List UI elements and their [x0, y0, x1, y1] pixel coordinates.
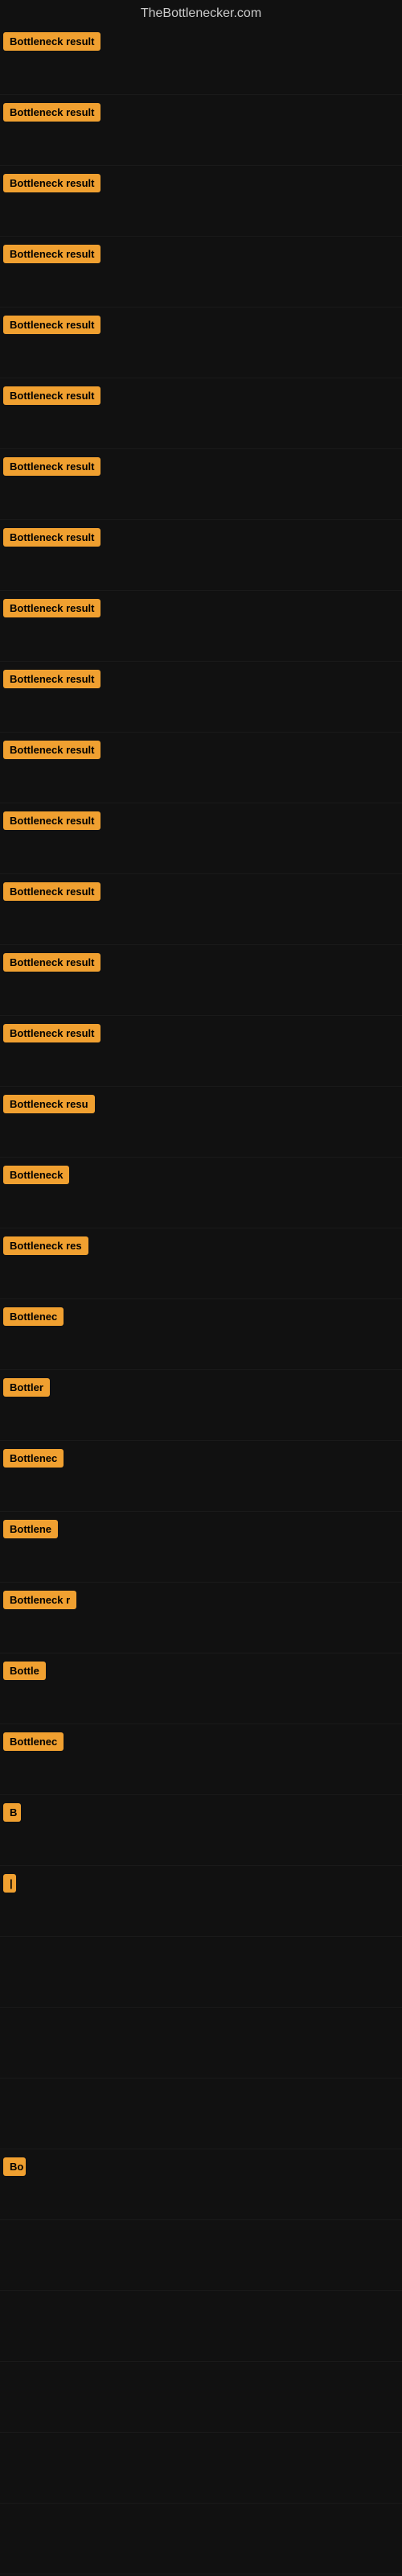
bottleneck-badge[interactable]: Bo [3, 2157, 26, 2176]
bottleneck-row: Bottlenec [0, 1299, 402, 1370]
bottleneck-row: Bottleneck result [0, 520, 402, 591]
bottleneck-row: Bottler [0, 1370, 402, 1441]
bottleneck-badge[interactable]: Bottleneck result [3, 245, 100, 263]
items-container: Bottleneck result Bottleneck result Bottle… [0, 24, 402, 2574]
bottleneck-row: Bottle [0, 1653, 402, 1724]
bottleneck-row [0, 2008, 402, 2079]
bottleneck-badge[interactable]: Bottleneck result [3, 811, 100, 830]
bottleneck-row [0, 2504, 402, 2574]
bottleneck-row [0, 2079, 402, 2149]
bottleneck-badge[interactable]: Bottlenec [3, 1449, 64, 1468]
bottleneck-row: Bottleneck result [0, 308, 402, 378]
bottleneck-badge[interactable]: Bottleneck result [3, 1024, 100, 1042]
bottleneck-badge[interactable]: Bottlenec [3, 1307, 64, 1326]
bottleneck-row [0, 2433, 402, 2504]
bottleneck-row: Bottleneck r [0, 1583, 402, 1653]
bottleneck-badge[interactable]: Bottler [3, 1378, 50, 1397]
bottleneck-badge[interactable]: Bottleneck result [3, 386, 100, 405]
bottleneck-badge[interactable]: Bottle [3, 1662, 46, 1680]
bottleneck-badge[interactable]: Bottleneck result [3, 316, 100, 334]
bottleneck-row: Bottleneck result [0, 874, 402, 945]
bottleneck-row: Bottlenec [0, 1441, 402, 1512]
bottleneck-row: Bottleneck result [0, 378, 402, 449]
bottleneck-badge[interactable]: Bottleneck resu [3, 1095, 95, 1113]
bottleneck-badge[interactable]: B [3, 1803, 21, 1822]
bottleneck-row: B [0, 1795, 402, 1866]
bottleneck-row: Bottleneck result [0, 237, 402, 308]
bottleneck-badge[interactable]: Bottleneck r [3, 1591, 76, 1609]
bottleneck-badge[interactable]: Bottleneck result [3, 457, 100, 476]
bottleneck-row: Bottleneck result [0, 945, 402, 1016]
bottleneck-row: Bottleneck result [0, 1016, 402, 1087]
bottleneck-badge[interactable]: Bottleneck result [3, 882, 100, 901]
bottleneck-badge[interactable]: Bottleneck result [3, 174, 100, 192]
bottleneck-badge[interactable]: Bottleneck [3, 1166, 69, 1184]
bottleneck-row: Bottlenec [0, 1724, 402, 1795]
bottleneck-badge[interactable]: Bottleneck result [3, 741, 100, 759]
bottleneck-row: Bottleneck result [0, 166, 402, 237]
site-title: TheBottlenecker.com [0, 0, 402, 24]
bottleneck-row [0, 2220, 402, 2291]
bottleneck-badge[interactable]: Bottleneck result [3, 953, 100, 972]
bottleneck-row: Bottlene [0, 1512, 402, 1583]
bottleneck-badge[interactable]: Bottleneck result [3, 599, 100, 617]
bottleneck-badge[interactable]: Bottleneck result [3, 103, 100, 122]
bottleneck-badge[interactable]: Bottleneck res [3, 1236, 88, 1255]
bottleneck-badge[interactable]: Bottlene [3, 1520, 58, 1538]
bottleneck-badge[interactable]: Bottleneck result [3, 670, 100, 688]
bottleneck-row: | [0, 1866, 402, 1937]
bottleneck-row [0, 2362, 402, 2433]
bottleneck-row: Bottleneck res [0, 1228, 402, 1299]
bottleneck-row: Bottleneck result [0, 803, 402, 874]
bottleneck-row: Bottleneck [0, 1158, 402, 1228]
bottleneck-badge[interactable]: Bottlenec [3, 1732, 64, 1751]
bottleneck-badge[interactable]: Bottleneck result [3, 528, 100, 547]
bottleneck-row: Bottleneck result [0, 662, 402, 733]
bottleneck-row: Bottleneck result [0, 24, 402, 95]
bottleneck-row [0, 1937, 402, 2008]
bottleneck-row [0, 2291, 402, 2362]
bottleneck-row: Bottleneck result [0, 733, 402, 803]
bottleneck-badge[interactable]: | [3, 1874, 16, 1893]
bottleneck-row: Bo [0, 2149, 402, 2220]
bottleneck-row: Bottleneck resu [0, 1087, 402, 1158]
bottleneck-row: Bottleneck result [0, 449, 402, 520]
bottleneck-row: Bottleneck result [0, 591, 402, 662]
bottleneck-badge[interactable]: Bottleneck result [3, 32, 100, 51]
bottleneck-row: Bottleneck result [0, 95, 402, 166]
